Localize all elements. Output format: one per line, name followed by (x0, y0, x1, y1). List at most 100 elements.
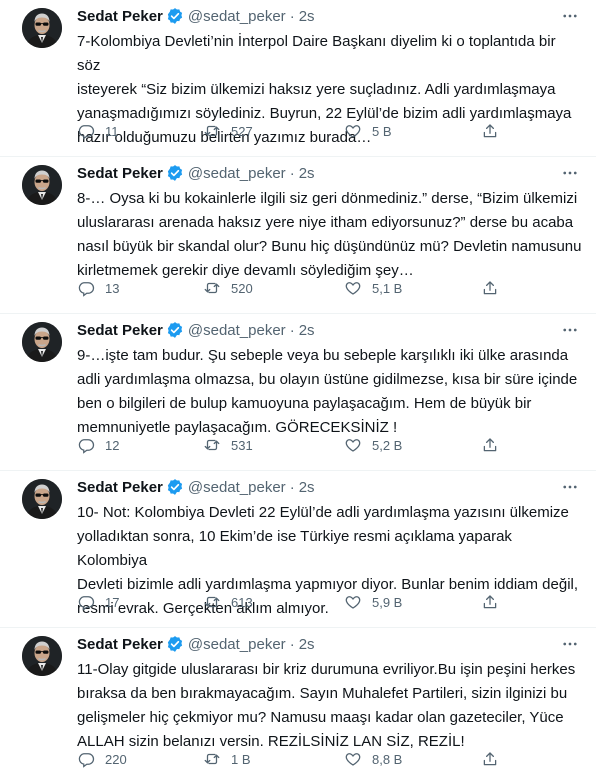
retweet-button[interactable]: 613 (203, 592, 253, 612)
like-button[interactable]: 5,9 B (344, 592, 402, 612)
retweet-button[interactable]: 1 B (203, 749, 251, 769)
tweet-time[interactable]: 2s (299, 636, 315, 653)
tweet-time[interactable]: 2s (299, 165, 315, 182)
author-handle[interactable]: @sedat_peker (188, 636, 286, 653)
share-icon (483, 438, 497, 452)
retweet-count: 531 (231, 437, 253, 453)
like-count: 5 B (372, 123, 392, 139)
reply-icon (78, 596, 95, 611)
retweet-icon (204, 125, 220, 137)
share-icon (483, 752, 497, 766)
reply-count: 17 (105, 594, 120, 610)
tweet-time[interactable]: 2s (299, 8, 315, 25)
retweet-button[interactable]: 531 (203, 435, 253, 455)
tweet-header: Sedat Peker @sedat_peker · 2s (77, 320, 315, 340)
reply-icon (78, 125, 95, 140)
tweet-actions: 220 1 B 8,8 B (77, 749, 507, 769)
tweet[interactable]: Sedat Peker @sedat_peker · 2s 9-…işte ta… (0, 314, 596, 471)
heart-icon (345, 439, 361, 452)
author-name[interactable]: Sedat Peker (77, 8, 163, 25)
heart-icon (345, 596, 361, 609)
tweet-actions: 11 527 5 B (77, 121, 507, 141)
tweet-text: 11-Olay gitgide uluslararası bir kriz du… (77, 661, 576, 750)
like-count: 5,1 B (372, 280, 403, 296)
tweet[interactable]: Sedat Peker @sedat_peker · 2s 10- Not: K… (0, 471, 596, 628)
share-button[interactable] (481, 435, 509, 455)
author-name[interactable]: Sedat Peker (77, 165, 163, 182)
author-name[interactable]: Sedat Peker (77, 636, 163, 653)
verified-badge-icon (166, 478, 184, 496)
more-icon[interactable] (560, 634, 580, 654)
tweet-time[interactable]: 2s (299, 322, 315, 339)
author-name[interactable]: Sedat Peker (77, 479, 163, 496)
retweet-icon (204, 439, 220, 451)
verified-badge-icon (166, 7, 184, 25)
like-button[interactable]: 5,2 B (344, 435, 402, 455)
more-icon[interactable] (560, 477, 580, 497)
tweet[interactable]: Sedat Peker @sedat_peker · 2s 7-Kolombiy… (0, 0, 596, 157)
reply-button[interactable]: 17 (77, 592, 119, 612)
tweet-actions: 12 531 5,2 B (77, 435, 507, 455)
like-button[interactable]: 5,1 B (344, 278, 402, 298)
reply-count: 220 (105, 751, 127, 767)
author-name[interactable]: Sedat Peker (77, 322, 163, 339)
separator-dot: · (289, 321, 295, 339)
retweet-count: 520 (231, 280, 253, 296)
share-button[interactable] (481, 749, 509, 769)
verified-badge-icon (166, 321, 184, 339)
heart-icon (345, 125, 361, 138)
like-button[interactable]: 5 B (344, 121, 392, 141)
author-handle[interactable]: @sedat_peker (188, 479, 286, 496)
share-button[interactable] (481, 121, 509, 141)
tweet-actions: 17 613 5,9 B (77, 592, 507, 612)
reply-icon (78, 439, 95, 454)
separator-dot: · (289, 478, 295, 496)
avatar[interactable] (22, 636, 62, 676)
reply-icon (78, 753, 95, 768)
tweet-header: Sedat Peker @sedat_peker · 2s (77, 163, 315, 183)
reply-button[interactable]: 11 (77, 121, 119, 141)
like-count: 5,9 B (372, 594, 403, 610)
reply-count: 12 (105, 437, 120, 453)
tweet-actions: 13 520 5,1 B (77, 278, 507, 298)
more-icon[interactable] (560, 6, 580, 26)
more-icon[interactable] (560, 320, 580, 340)
author-handle[interactable]: @sedat_peker (188, 322, 286, 339)
like-count: 8,8 B (372, 751, 403, 767)
avatar[interactable] (22, 322, 62, 362)
separator-dot: · (289, 164, 295, 182)
retweet-button[interactable]: 520 (203, 278, 253, 298)
retweet-count: 613 (231, 594, 253, 610)
share-button[interactable] (481, 278, 509, 298)
reply-button[interactable]: 12 (77, 435, 119, 455)
tweet[interactable]: Sedat Peker @sedat_peker · 2s 8-… Oysa k… (0, 157, 596, 314)
retweet-icon (204, 753, 220, 765)
retweet-count: 1 B (231, 751, 251, 767)
reply-button[interactable]: 13 (77, 278, 119, 298)
author-handle[interactable]: @sedat_peker (188, 8, 286, 25)
more-icon[interactable] (560, 163, 580, 183)
separator-dot: · (289, 635, 295, 653)
reply-button[interactable]: 220 (77, 749, 127, 769)
retweet-count: 527 (231, 123, 253, 139)
share-icon (483, 595, 497, 609)
retweet-button[interactable]: 527 (203, 121, 253, 141)
avatar[interactable] (22, 479, 62, 519)
tweet-text: 9-…işte tam budur. Şu sebeple veya bu se… (77, 347, 578, 436)
reply-count: 13 (105, 280, 120, 296)
share-icon (483, 281, 497, 295)
tweet[interactable]: Sedat Peker @sedat_peker · 2s 11-Olay gi… (0, 628, 596, 774)
author-handle[interactable]: @sedat_peker (188, 165, 286, 182)
avatar[interactable] (22, 165, 62, 205)
tweet-header: Sedat Peker @sedat_peker · 2s (77, 477, 315, 497)
heart-icon (345, 282, 361, 295)
avatar[interactable] (22, 8, 62, 48)
retweet-icon (204, 282, 220, 294)
share-icon (483, 124, 497, 138)
like-button[interactable]: 8,8 B (344, 749, 402, 769)
verified-badge-icon (166, 635, 184, 653)
tweet-text: 8-… Oysa ki bu kokainlerle ilgili siz ge… (77, 190, 582, 279)
tweet-time[interactable]: 2s (299, 479, 315, 496)
share-button[interactable] (481, 592, 509, 612)
separator-dot: · (289, 7, 295, 25)
